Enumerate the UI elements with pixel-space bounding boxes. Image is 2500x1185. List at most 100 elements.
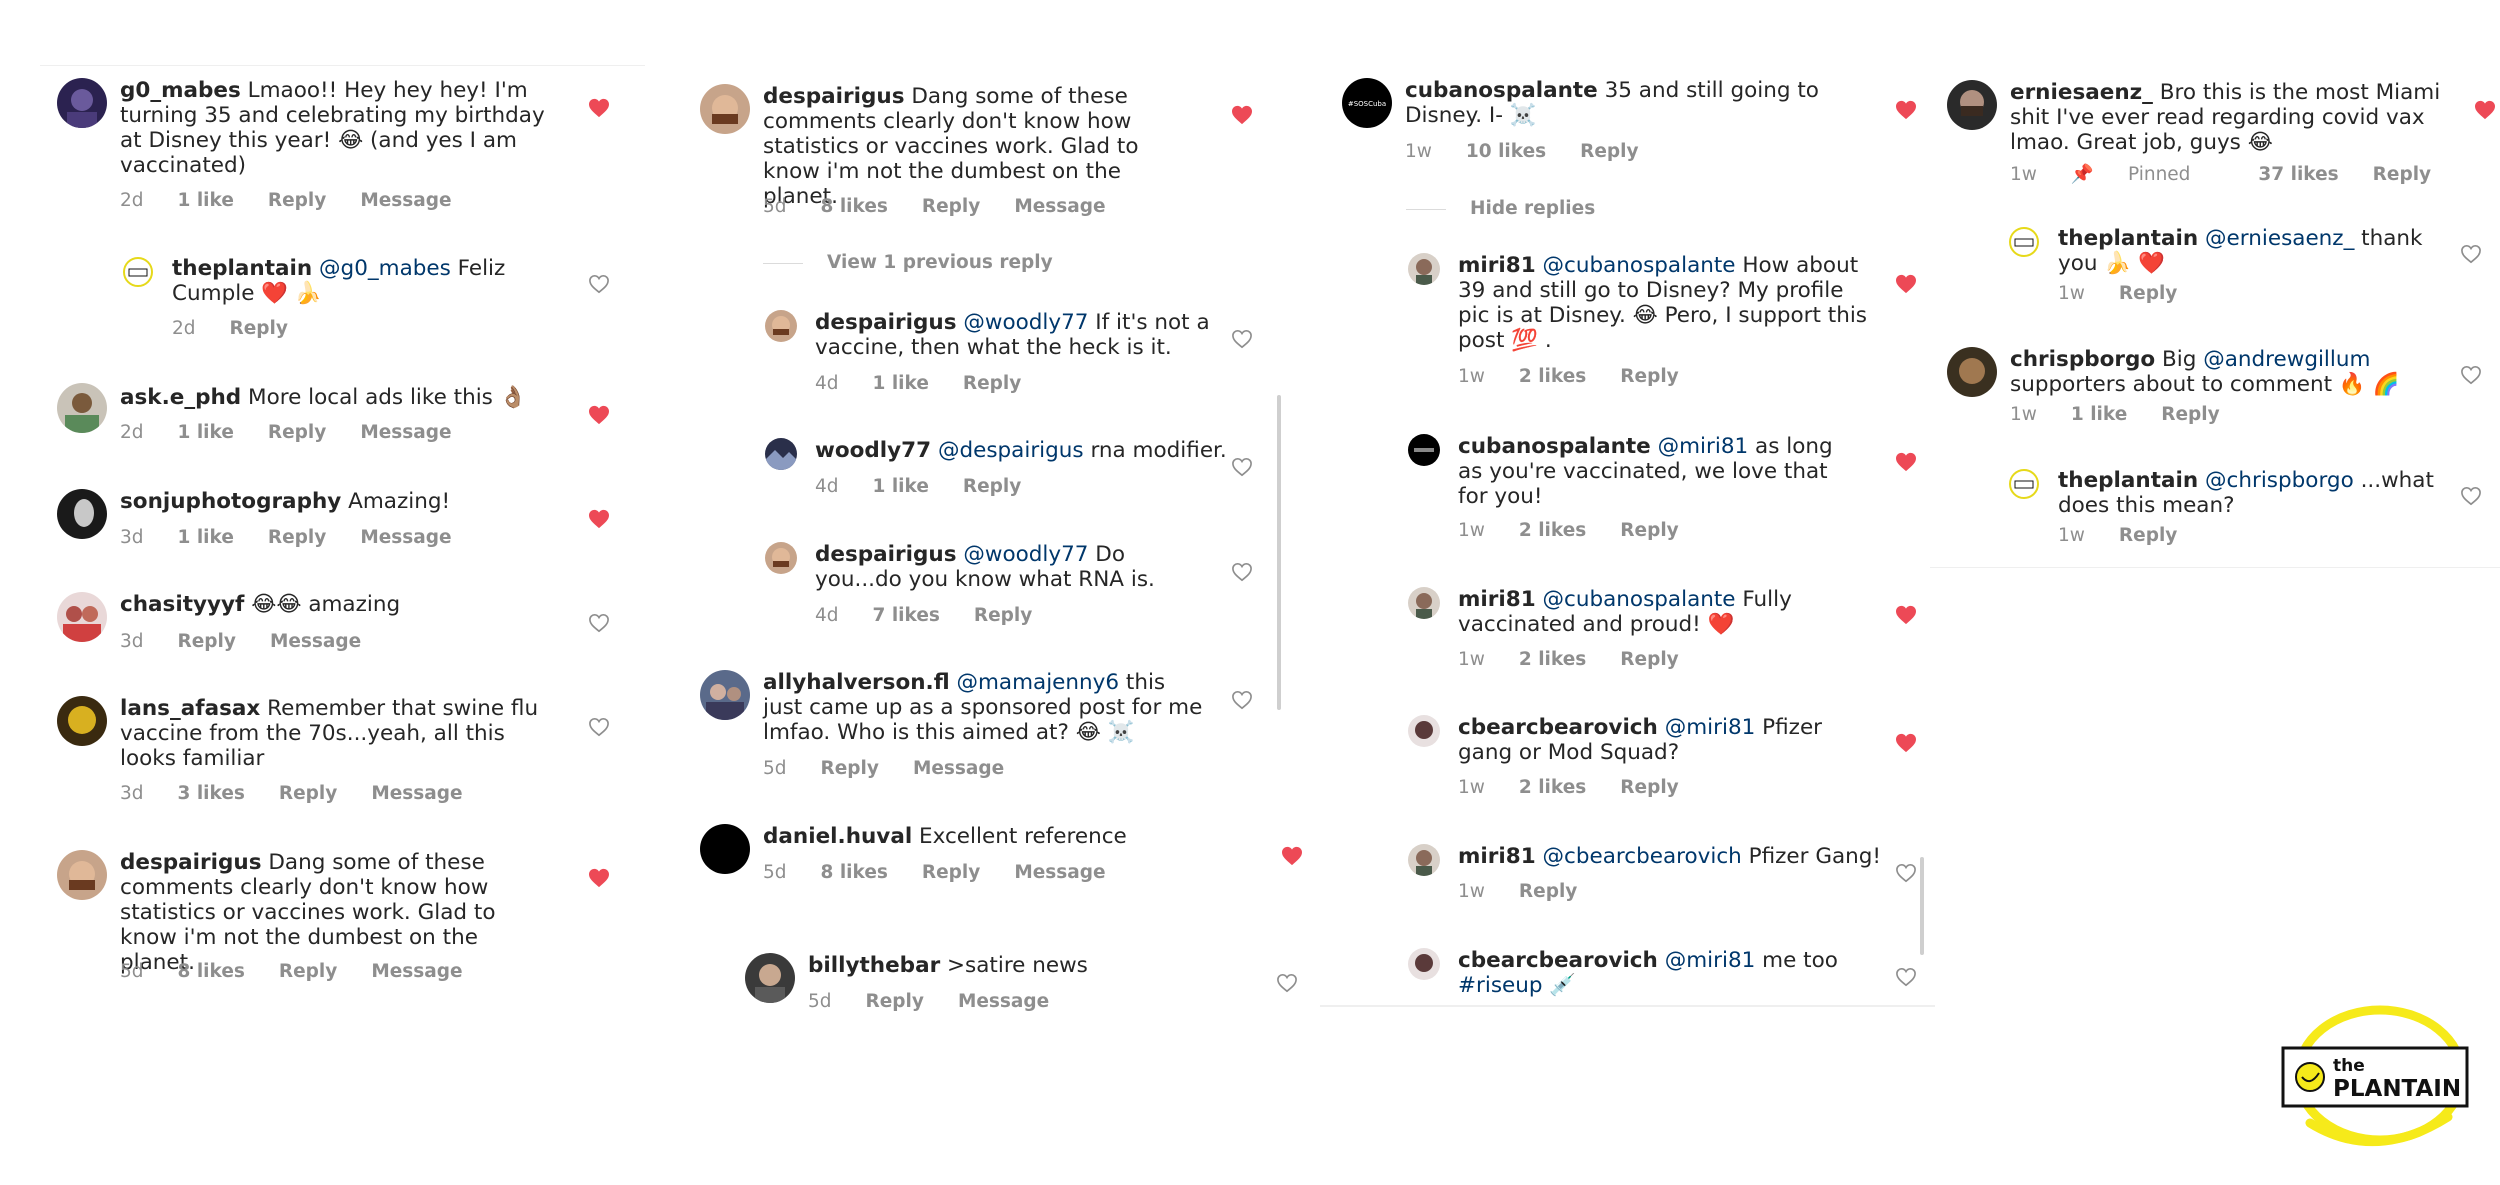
comment-username[interactable]: daniel.huval <box>763 824 912 849</box>
comment-username[interactable]: woodly77 <box>815 438 931 463</box>
like-heart-icon[interactable] <box>1281 846 1303 866</box>
comment-time[interactable]: 5d <box>120 961 144 982</box>
comment-username[interactable]: allyhalverson.fl <box>763 670 950 695</box>
comment-likes[interactable]: 2 likes <box>1519 366 1586 387</box>
comment-username[interactable]: billythebar <box>808 953 940 978</box>
reply-button[interactable]: Reply <box>268 527 326 548</box>
comment-likes[interactable]: 8 likes <box>178 961 245 982</box>
comment-time[interactable]: 3d <box>120 783 144 804</box>
comment-username[interactable]: cbearcbearovich <box>1458 715 1658 740</box>
comment-time[interactable]: 1w <box>1405 141 1432 162</box>
like-heart-icon[interactable] <box>588 509 610 529</box>
reply-button[interactable]: Reply <box>1620 777 1678 798</box>
mention-link[interactable]: @cubanospalante <box>1543 587 1736 612</box>
comment-likes[interactable]: 10 likes <box>1466 141 1546 162</box>
avatar[interactable] <box>57 383 107 433</box>
mention-link[interactable]: @woodly77 <box>963 310 1088 335</box>
comment-time[interactable]: 2d <box>172 318 196 339</box>
message-button[interactable]: Message <box>913 758 1004 779</box>
comment-time[interactable]: 2d <box>120 190 144 211</box>
view-previous-replies[interactable]: View 1 previous reply <box>763 252 1053 273</box>
comment-likes[interactable]: 8 likes <box>821 862 888 883</box>
avatar[interactable] <box>765 438 797 470</box>
reply-button[interactable]: Reply <box>268 422 326 443</box>
avatar[interactable] <box>1408 844 1440 876</box>
avatar[interactable]: #SOSCuba <box>1342 78 1392 128</box>
avatar[interactable] <box>1408 715 1440 747</box>
mention-link[interactable]: @miri81 <box>1665 948 1756 973</box>
comment-likes[interactable]: 2 likes <box>1519 649 1586 670</box>
like-heart-icon[interactable] <box>588 405 610 425</box>
avatar[interactable] <box>700 84 750 134</box>
comment-username[interactable]: cubanospalante <box>1458 434 1651 459</box>
comment-time[interactable]: 5d <box>808 991 832 1012</box>
reply-button[interactable]: Reply <box>178 631 236 652</box>
comment-time[interactable]: 1w <box>1458 881 1485 902</box>
comment-time[interactable]: 1w <box>1458 520 1485 541</box>
like-heart-icon[interactable] <box>1231 329 1253 349</box>
comment-time[interactable]: 1w <box>1458 649 1485 670</box>
like-heart-icon[interactable] <box>1231 105 1253 125</box>
reply-button[interactable]: Reply <box>230 318 288 339</box>
comment-time[interactable]: 3d <box>120 527 144 548</box>
reply-button[interactable]: Reply <box>963 476 1021 497</box>
avatar[interactable] <box>1408 948 1440 980</box>
like-heart-icon[interactable] <box>588 98 610 118</box>
mention-link[interactable]: @cbearcbearovich <box>1543 844 1742 869</box>
mention-link[interactable]: @mamajenny6 <box>956 670 1119 695</box>
avatar[interactable] <box>57 489 107 539</box>
comment-time[interactable]: 4d <box>815 373 839 394</box>
avatar[interactable] <box>2008 226 2040 258</box>
reply-button[interactable]: Reply <box>963 373 1021 394</box>
comment-username[interactable]: chrispborgo <box>2010 347 2155 372</box>
comment-time[interactable]: 3d <box>120 631 144 652</box>
comment-likes[interactable]: 7 likes <box>873 605 940 626</box>
mention-link[interactable]: @g0_mabes <box>319 256 451 281</box>
reply-button[interactable]: Reply <box>866 991 924 1012</box>
comment-username[interactable]: despairigus <box>815 310 957 335</box>
message-button[interactable]: Message <box>1014 862 1105 883</box>
like-heart-icon[interactable] <box>588 717 610 737</box>
like-heart-icon[interactable] <box>1895 967 1917 987</box>
avatar[interactable] <box>57 78 107 128</box>
comment-likes[interactable]: 1 like <box>178 527 234 548</box>
avatar[interactable] <box>1408 434 1440 466</box>
mention-link[interactable]: @cubanospalante <box>1543 253 1736 278</box>
hide-replies[interactable]: Hide replies <box>1406 198 1595 219</box>
like-heart-icon[interactable] <box>1231 457 1253 477</box>
mention-link[interactable]: @woodly77 <box>963 542 1088 567</box>
comment-time[interactable]: 5d <box>763 196 787 217</box>
comment-username[interactable]: cbearcbearovich <box>1458 948 1658 973</box>
comment-likes[interactable]: 1 like <box>178 190 234 211</box>
mention-link[interactable]: @miri81 <box>1665 715 1756 740</box>
comment-time[interactable]: 1w <box>1458 366 1485 387</box>
scrollbar[interactable] <box>1920 857 1924 955</box>
comment-username[interactable]: miri81 <box>1458 844 1536 869</box>
message-button[interactable]: Message <box>360 527 451 548</box>
comment-time[interactable]: 5d <box>763 758 787 779</box>
like-heart-icon[interactable] <box>1231 690 1253 710</box>
comment-username[interactable]: despairigus <box>120 850 262 875</box>
mention-link[interactable]: @andrewgillum <box>2203 347 2370 372</box>
avatar[interactable] <box>765 310 797 342</box>
avatar[interactable] <box>745 953 795 1003</box>
like-heart-icon[interactable] <box>1895 733 1917 753</box>
comment-username[interactable]: g0_mabes <box>120 78 241 103</box>
comment-time[interactable]: 2d <box>120 422 144 443</box>
scrollbar[interactable] <box>1277 395 1281 710</box>
reply-button[interactable]: Reply <box>2119 525 2177 546</box>
like-heart-icon[interactable] <box>2474 100 2496 120</box>
mention-link[interactable]: @despairigus <box>938 438 1084 463</box>
comment-username[interactable]: despairigus <box>763 84 905 109</box>
reply-button[interactable]: Reply <box>1620 366 1678 387</box>
like-heart-icon[interactable] <box>588 868 610 888</box>
reply-button[interactable]: Reply <box>1580 141 1638 162</box>
reply-button[interactable]: Reply <box>1620 520 1678 541</box>
mention-link[interactable]: @chrispborgo <box>2205 468 2354 493</box>
comment-likes[interactable]: 2 likes <box>1519 777 1586 798</box>
comment-username[interactable]: lans_afasax <box>120 696 260 721</box>
reply-button[interactable]: Reply <box>1620 649 1678 670</box>
avatar[interactable] <box>57 696 107 746</box>
avatar[interactable] <box>1947 80 1997 130</box>
like-heart-icon[interactable] <box>2460 486 2482 506</box>
